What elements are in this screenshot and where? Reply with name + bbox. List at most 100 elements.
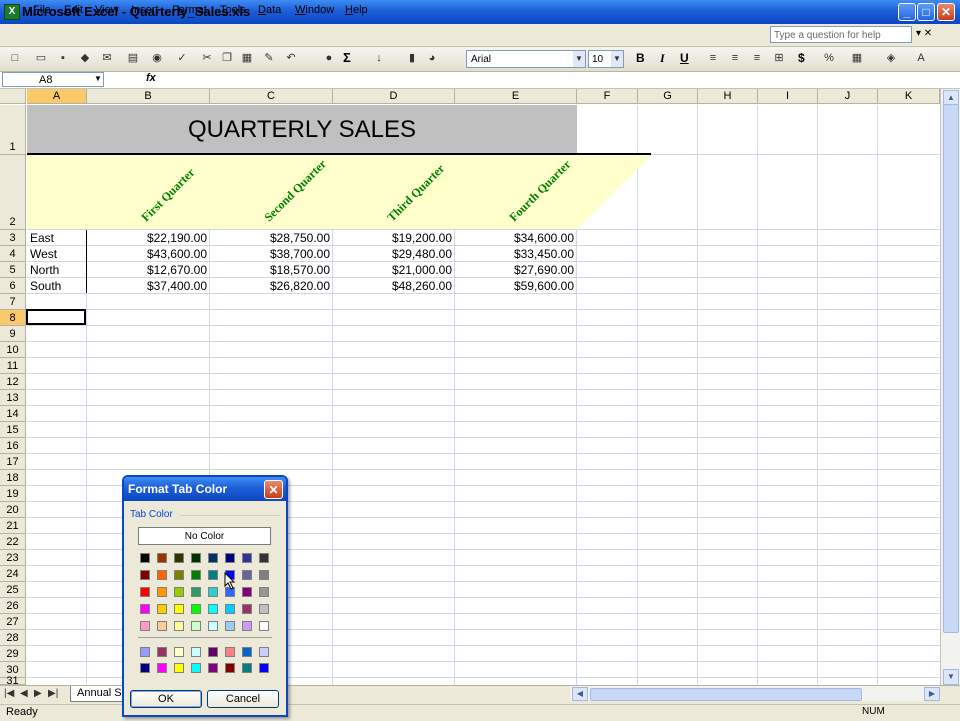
row-header-2[interactable]: 2 <box>0 155 26 230</box>
region-label[interactable]: North <box>30 262 59 278</box>
print-preview-icon[interactable]: ◉ <box>150 51 164 65</box>
bold-button[interactable]: B <box>636 51 645 65</box>
row-header-15[interactable]: 15 <box>0 422 26 438</box>
spelling-icon[interactable]: ✓ <box>175 51 189 65</box>
color-swatch[interactable] <box>174 570 184 580</box>
sales-value-cell[interactable]: $33,450.00 <box>455 246 574 262</box>
row-header-8[interactable]: 8 <box>0 310 26 326</box>
sales-value-cell[interactable]: $48,260.00 <box>333 278 452 294</box>
color-swatch[interactable] <box>157 663 167 673</box>
color-swatch[interactable] <box>174 621 184 631</box>
paste-icon[interactable]: ▦ <box>240 51 254 65</box>
chart-icon[interactable]: ▮ <box>405 51 419 65</box>
minimize-button[interactable]: _ <box>898 3 916 21</box>
color-swatch[interactable] <box>140 570 150 580</box>
sales-value-cell[interactable]: $12,670.00 <box>87 262 207 278</box>
row-header-1[interactable]: 1 <box>0 105 26 155</box>
row-header-6[interactable]: 6 <box>0 278 26 294</box>
no-color-button[interactable]: No Color <box>138 527 271 545</box>
font-color-icon[interactable]: A <box>914 51 928 65</box>
name-box[interactable]: A8 <box>2 72 104 87</box>
color-swatch[interactable] <box>259 604 269 614</box>
row-header-23[interactable]: 23 <box>0 550 26 566</box>
color-swatch[interactable] <box>157 587 167 597</box>
column-header-a[interactable]: A <box>27 89 87 104</box>
row-header-19[interactable]: 19 <box>0 486 26 502</box>
sales-value-cell[interactable]: $34,600.00 <box>455 230 574 246</box>
maximize-button[interactable]: □ <box>917 3 935 21</box>
open-icon[interactable]: ▭ <box>34 51 48 65</box>
column-header-g[interactable]: G <box>638 89 698 104</box>
row-header-13[interactable]: 13 <box>0 390 26 406</box>
color-swatch[interactable] <box>140 587 150 597</box>
row-header-4[interactable]: 4 <box>0 246 26 262</box>
row-header-12[interactable]: 12 <box>0 374 26 390</box>
sales-value-cell[interactable]: $59,600.00 <box>455 278 574 294</box>
row-header-7[interactable]: 7 <box>0 294 26 310</box>
sales-value-cell[interactable]: $28,750.00 <box>210 230 330 246</box>
sales-value-cell[interactable]: $22,190.00 <box>87 230 207 246</box>
row-header-29[interactable]: 29 <box>0 646 26 662</box>
align-left-icon[interactable]: ≡ <box>706 51 720 65</box>
color-swatch[interactable] <box>174 647 184 657</box>
color-swatch[interactable] <box>208 587 218 597</box>
drawing-icon[interactable]: ◕ <box>425 51 439 65</box>
color-swatch[interactable] <box>259 553 269 563</box>
color-swatch[interactable] <box>242 604 252 614</box>
fill-color-icon[interactable]: ◈ <box>884 51 898 65</box>
cancel-button[interactable]: Cancel <box>207 690 279 708</box>
color-swatch[interactable] <box>208 647 218 657</box>
sales-value-cell[interactable]: $27,690.00 <box>455 262 574 278</box>
color-swatch[interactable] <box>208 663 218 673</box>
last-sheet-icon[interactable]: ▶| <box>48 688 58 699</box>
color-swatch[interactable] <box>157 553 167 563</box>
color-swatch[interactable] <box>191 570 201 580</box>
row-header-3[interactable]: 3 <box>0 230 26 246</box>
color-swatch[interactable] <box>208 553 218 563</box>
format-painter-icon[interactable]: ✎ <box>262 51 276 65</box>
region-label[interactable]: West <box>30 246 57 262</box>
color-swatch[interactable] <box>242 647 252 657</box>
scroll-left-icon[interactable]: ◀ <box>572 687 588 701</box>
next-sheet-icon[interactable]: ▶ <box>34 688 42 699</box>
sales-value-cell[interactable]: $37,400.00 <box>87 278 207 294</box>
excel-app-icon[interactable]: X <box>4 4 20 20</box>
color-swatch[interactable] <box>140 553 150 563</box>
row-header-10[interactable]: 10 <box>0 342 26 358</box>
color-swatch[interactable] <box>140 621 150 631</box>
permission-icon[interactable]: ◆ <box>78 51 92 65</box>
color-swatch[interactable] <box>174 587 184 597</box>
color-swatch[interactable] <box>242 570 252 580</box>
color-swatch[interactable] <box>140 604 150 614</box>
menu-help[interactable]: Help <box>345 4 368 16</box>
color-swatch[interactable] <box>191 647 201 657</box>
color-swatch[interactable] <box>242 621 252 631</box>
chevron-down-icon[interactable]: ▼ <box>94 74 102 83</box>
sales-value-cell[interactable]: $38,700.00 <box>210 246 330 262</box>
color-swatch[interactable] <box>242 663 252 673</box>
menu-format[interactable]: Format <box>172 4 207 16</box>
row-header-21[interactable]: 21 <box>0 518 26 534</box>
row-header-22[interactable]: 22 <box>0 534 26 550</box>
new-file-icon[interactable]: □ <box>8 51 22 65</box>
column-header-h[interactable]: H <box>698 89 758 104</box>
prev-sheet-icon[interactable]: ◀ <box>20 688 28 699</box>
row-header-28[interactable]: 28 <box>0 630 26 646</box>
sort-asc-icon[interactable]: ↓ <box>372 51 386 65</box>
row-header-5[interactable]: 5 <box>0 262 26 278</box>
color-swatch[interactable] <box>157 570 167 580</box>
menu-view[interactable]: View <box>95 4 119 16</box>
merge-center-icon[interactable]: ⊞ <box>772 51 786 65</box>
sales-value-cell[interactable]: $43,600.00 <box>87 246 207 262</box>
color-swatch[interactable] <box>208 570 218 580</box>
row-header-27[interactable]: 27 <box>0 614 26 630</box>
color-swatch[interactable] <box>191 553 201 563</box>
hyperlink-icon[interactable]: ● <box>322 51 336 65</box>
menu-tools[interactable]: Tools <box>220 4 246 16</box>
center-icon[interactable]: ≡ <box>728 51 742 65</box>
first-sheet-icon[interactable]: |◀ <box>4 688 14 699</box>
color-swatch[interactable] <box>225 647 235 657</box>
color-swatch[interactable] <box>174 553 184 563</box>
row-header-14[interactable]: 14 <box>0 406 26 422</box>
horizontal-scroll-thumb[interactable] <box>590 688 862 701</box>
